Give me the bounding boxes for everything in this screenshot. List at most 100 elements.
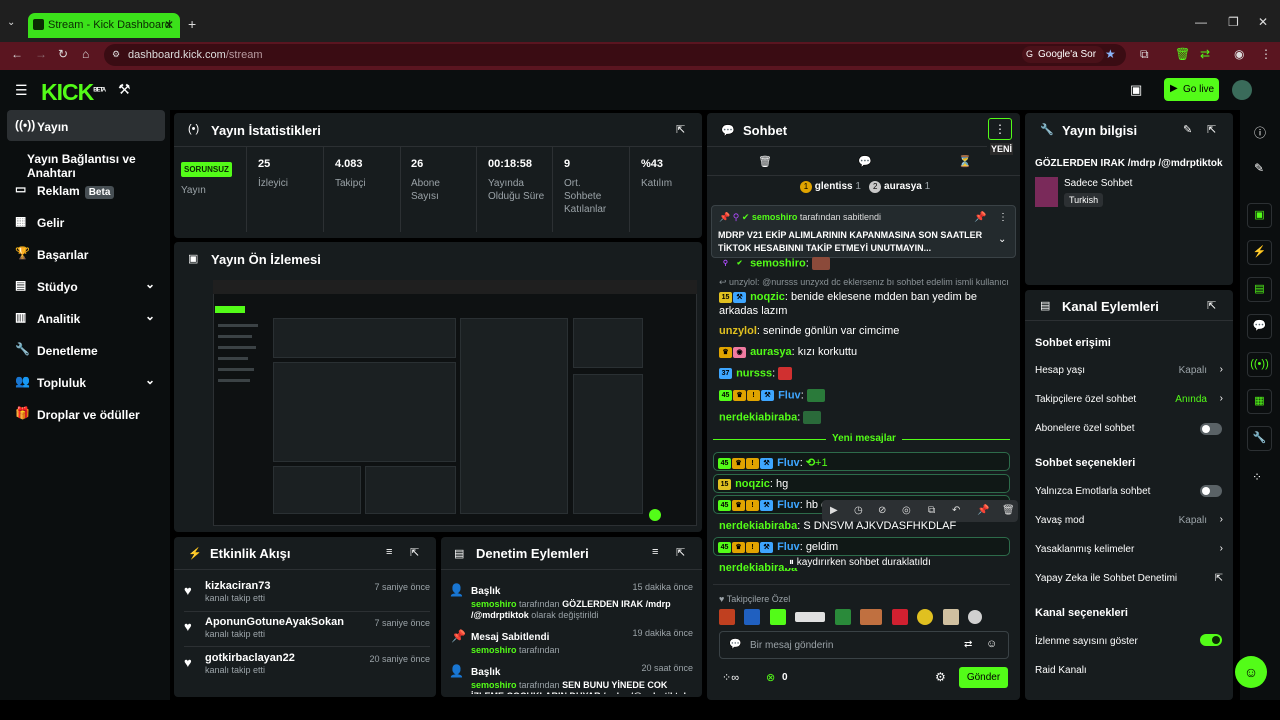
unpin-icon[interactable]: 📌 xyxy=(974,212,986,223)
site-info-icon[interactable]: ⚙ xyxy=(112,49,120,60)
sidebar-item-yayin[interactable]: ((•)) Yayın xyxy=(7,110,165,141)
chat-message[interactable]: 45 ♛! ⚒ Fluv: ⟲+1 xyxy=(713,452,1010,471)
rail-actions-icon[interactable]: ▦ xyxy=(1247,389,1272,414)
category-thumbnail[interactable] xyxy=(1035,177,1058,207)
filter-icon[interactable]: ≡ xyxy=(652,546,658,558)
ban-icon[interactable]: ⊘ xyxy=(878,505,886,516)
sidebar-item-basarilar[interactable]: 🏆 Başarılar xyxy=(7,238,165,269)
sidebar-item-studyo[interactable]: ▤ Stüdyo ⌄ xyxy=(7,270,165,301)
popout-icon[interactable]: ⇱ xyxy=(1207,299,1216,312)
stream-category[interactable]: Sadece Sohbet xyxy=(1064,178,1132,189)
show-viewers-toggle[interactable] xyxy=(1200,634,1222,646)
delete-icon[interactable]: 🗑 xyxy=(1002,505,1015,516)
chat-message[interactable]: 45 ♛! ⚒ Fluv: geldim xyxy=(713,537,1010,556)
rail-community-icon[interactable]: ⁘ xyxy=(1252,470,1262,484)
mod-hammer-icon[interactable]: ⚒ xyxy=(118,81,131,98)
sidebar-item-analitik[interactable]: ▥ Analitik ⌄ xyxy=(7,302,165,333)
chat-username[interactable]: Fluv xyxy=(777,541,800,553)
emotes-only-toggle[interactable] xyxy=(1200,485,1222,497)
undo-icon[interactable]: ↶ xyxy=(952,505,960,516)
chat-username[interactable]: unzylol xyxy=(719,325,757,337)
timeout-icon[interactable]: ◷ xyxy=(854,505,863,516)
chat-settings-gear-icon[interactable]: ⚙ xyxy=(935,670,946,684)
chat-username[interactable]: Fluv xyxy=(777,457,800,469)
profile-icon[interactable]: ◉ xyxy=(1234,47,1244,61)
chat-message[interactable]: 15 noqzic: hg xyxy=(713,474,1010,493)
popout-icon[interactable]: ⇱ xyxy=(676,123,685,136)
hamburger-menu-icon[interactable]: ☰ xyxy=(15,82,28,99)
subs-chat-toggle[interactable] xyxy=(1200,423,1222,435)
rail-wrench-icon[interactable]: 🔧 xyxy=(1247,426,1272,451)
emote[interactable] xyxy=(769,608,786,625)
chat-message[interactable]: unzylol: seninde gönlün var cimcime xyxy=(719,325,899,337)
info-icon[interactable]: ⓘ xyxy=(1254,124,1266,141)
home-icon[interactable]: ⌂ xyxy=(82,47,89,61)
copy-icon[interactable]: ⧉ xyxy=(928,505,935,516)
emote[interactable] xyxy=(917,608,934,625)
minimize-icon[interactable]: — xyxy=(1195,15,1207,29)
send-button[interactable]: Gönder xyxy=(959,667,1008,688)
sidebar-item-topluluk[interactable]: 👥 Topluluk ⌄ xyxy=(7,366,165,397)
sidebar-item-gelir[interactable]: ▦ Gelir xyxy=(7,206,165,237)
extension-trash-icon[interactable]: 🗑 xyxy=(1175,47,1190,61)
chat-username[interactable]: noqzic xyxy=(750,291,785,303)
sidebar-item-droplar[interactable]: 🎁 Droplar ve ödüller xyxy=(7,398,165,429)
address-bar[interactable]: ⚙ dashboard.kick.com/stream xyxy=(104,44,1126,66)
popout-icon[interactable]: ⇱ xyxy=(1207,123,1216,136)
chat-message[interactable]: 15 ⚒ noqzic: benide eklesene mdden ban ye… xyxy=(719,290,1009,318)
help-chat-icon[interactable]: ☺ xyxy=(1235,656,1267,688)
popout-icon[interactable]: ⇱ xyxy=(410,546,419,559)
setting-followers-chat[interactable]: Takipçilere özel sohbet Anında › xyxy=(1035,393,1225,405)
translate-icon[interactable]: ⇄ xyxy=(964,639,972,650)
emote[interactable] xyxy=(891,608,908,625)
reload-icon[interactable]: ↻ xyxy=(58,47,68,61)
emote[interactable] xyxy=(860,608,883,625)
extensions-icon[interactable]: ⧉ xyxy=(1140,47,1149,62)
new-tab-icon[interactable]: + xyxy=(188,16,196,32)
setting-ai-moderation[interactable]: Yapay Zeka ile Sohbet Denetimi ⇱ xyxy=(1035,573,1225,584)
rail-stats-icon[interactable]: ▣ xyxy=(1247,203,1272,228)
emote[interactable] xyxy=(834,608,851,625)
emote[interactable] xyxy=(942,608,959,625)
setting-raid[interactable]: Raid Kanalı xyxy=(1035,665,1225,676)
pinned-menu-icon[interactable]: ⋮ xyxy=(998,212,1008,223)
edit-layout-icon[interactable]: ✎ xyxy=(1254,161,1264,175)
chat-username[interactable]: nerdekiabiraba xyxy=(719,411,797,423)
play-icon[interactable]: ▶ xyxy=(830,505,838,516)
chat-username[interactable]: nerdekiabiraba xyxy=(719,520,797,532)
restore-icon[interactable]: ❐ xyxy=(1228,15,1239,29)
user-avatar[interactable] xyxy=(1232,80,1252,100)
setting-slow-mode[interactable]: Yavaş mod Kapalı › xyxy=(1035,514,1225,526)
reply-icon[interactable]: ◎ xyxy=(902,505,911,516)
chat-username[interactable]: noqzic xyxy=(735,478,770,490)
popout-icon[interactable]: ⇱ xyxy=(676,546,685,559)
edit-pencil-icon[interactable]: ✎ xyxy=(1183,123,1192,136)
chat-settings-bubble-icon[interactable]: 💬 xyxy=(858,155,872,168)
sidebar-item-reklam[interactable]: ▭ Reklam Beta xyxy=(7,174,165,205)
emote[interactable] xyxy=(795,611,826,622)
theatre-mode-icon[interactable]: ▣ xyxy=(1130,82,1142,98)
chat-username[interactable]: aurasya xyxy=(750,346,792,358)
go-live-button[interactable]: ▶ Go live xyxy=(1164,78,1219,101)
reply-reference[interactable]: ↩ unzylol: @nursss unzyxd dc eklersenız … xyxy=(719,277,1009,288)
chat-message[interactable]: nerdekiabiraba: S DNSVM AJKVDASFHKDLAF xyxy=(719,520,956,532)
browser-tab-active[interactable]: Stream - Kick Dashboard ✕ xyxy=(28,13,180,38)
google-search-button[interactable]: G Google'a Sor xyxy=(1022,46,1105,63)
pinned-message[interactable]: 📌 ⚲ ✔ semoshiro tarafından sabitlendi 📌 … xyxy=(711,205,1016,258)
sidebar-item-stream-key[interactable]: Yayın Bağlantısı ve Anahtarı xyxy=(7,142,165,180)
translate-icon[interactable]: ⇄ xyxy=(1200,47,1210,61)
close-window-icon[interactable]: ✕ xyxy=(1258,15,1268,29)
trash-icon[interactable]: 🗑 xyxy=(758,155,772,168)
emote[interactable] xyxy=(968,609,983,624)
forward-icon[interactable]: → xyxy=(35,47,47,61)
emoji-icon[interactable]: ☺ xyxy=(986,638,997,650)
setting-banned-words[interactable]: Yasaklanmış kelimeler › xyxy=(1035,543,1225,555)
sidebar-item-denetleme[interactable]: 🔧 Denetleme xyxy=(7,334,165,365)
chevron-down-icon[interactable]: ⌄ xyxy=(998,234,1006,245)
chat-username[interactable]: Fluv xyxy=(778,389,801,401)
back-icon[interactable]: ← xyxy=(11,47,23,61)
chat-paused-notice[interactable]: ⏸ kaydırırken sohbet duraklatıldı xyxy=(785,557,935,568)
rail-broadcast-icon[interactable]: ((•)) xyxy=(1247,352,1272,377)
browser-menu-icon[interactable]: ⋮ xyxy=(1260,47,1272,61)
close-tab-icon[interactable]: ✕ xyxy=(164,18,174,32)
